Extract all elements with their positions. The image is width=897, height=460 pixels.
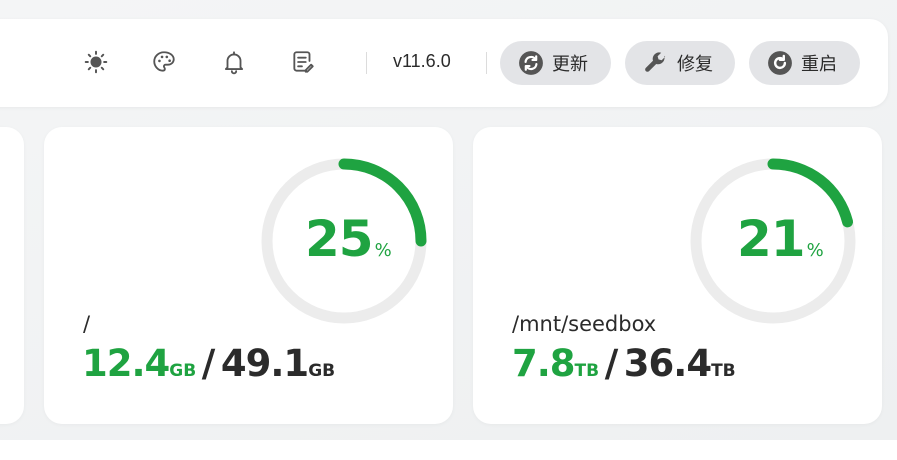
mount-path: /mnt/seedbox <box>512 312 657 336</box>
usage-percent-value: 21 <box>737 210 806 268</box>
usage-percent: 21% <box>737 210 824 268</box>
total-value: 36.4 <box>623 342 712 385</box>
restart-button[interactable]: 重启 <box>749 41 860 85</box>
next-section-edge <box>0 440 897 460</box>
bell-icon[interactable] <box>220 48 248 76</box>
toolbar-divider <box>486 52 487 74</box>
restart-icon <box>767 50 793 76</box>
usage-separator: / <box>201 342 216 385</box>
palette-icon[interactable] <box>150 48 178 76</box>
repair-button-label: 修复 <box>677 54 713 75</box>
toolbar-divider <box>366 52 367 74</box>
usage-percent-unit: % <box>806 240 824 261</box>
refresh-icon <box>518 50 544 76</box>
mount-path: / <box>83 312 91 336</box>
restart-button-label: 重启 <box>801 54 837 75</box>
update-button-label: 更新 <box>552 54 588 75</box>
usage-separator: / <box>604 342 619 385</box>
update-button[interactable]: 更新 <box>500 41 611 85</box>
repair-button[interactable]: 修复 <box>625 41 735 85</box>
wrench-icon <box>643 50 669 76</box>
usage-summary: 7.8TB / 36.4TB <box>512 342 736 385</box>
total-unit: GB <box>308 361 336 381</box>
total-value: 49.1 <box>220 342 309 385</box>
usage-percent-value: 25 <box>305 210 374 268</box>
usage-percent-unit: % <box>374 240 392 261</box>
usage-percent: 25% <box>305 210 392 268</box>
disk-card-partial <box>0 127 24 424</box>
used-unit: TB <box>574 361 600 381</box>
version-label: v11.6.0 <box>393 51 451 71</box>
used-value: 12.4 <box>82 342 170 385</box>
used-unit: GB <box>169 361 197 381</box>
usage-summary: 12.4GB / 49.1GB <box>82 342 335 385</box>
sun-icon[interactable] <box>82 48 110 76</box>
notes-icon[interactable] <box>289 48 317 76</box>
used-value: 7.8 <box>512 342 576 385</box>
total-unit: TB <box>711 361 736 381</box>
